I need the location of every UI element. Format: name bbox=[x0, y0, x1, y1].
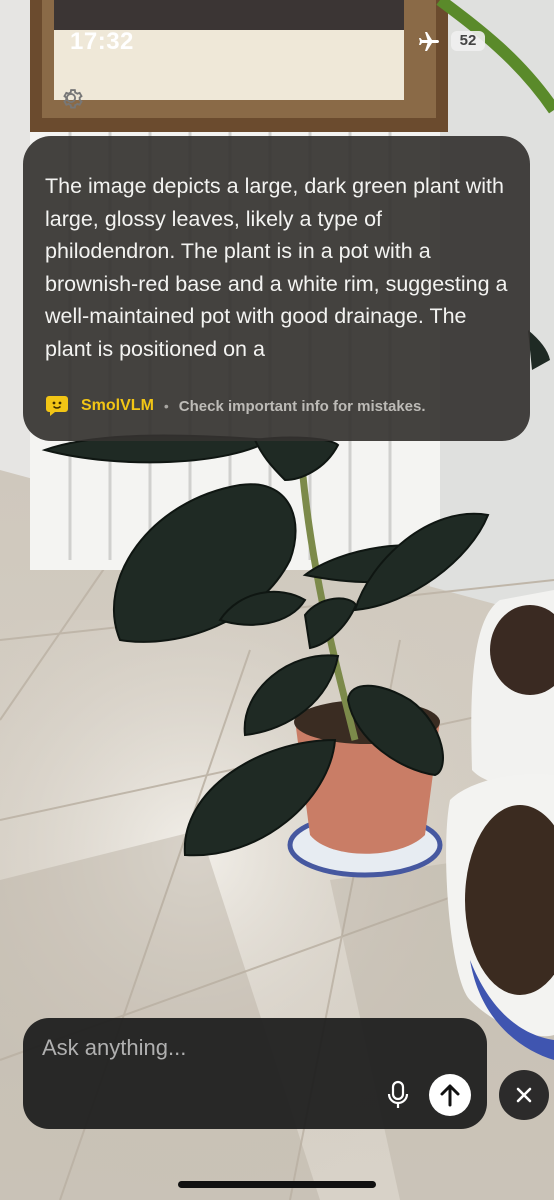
status-time: 17:32 bbox=[70, 28, 134, 55]
airplane-icon bbox=[419, 32, 439, 51]
input-bar bbox=[23, 1018, 487, 1129]
close-icon bbox=[516, 1087, 532, 1103]
ask-input[interactable] bbox=[40, 1030, 464, 1066]
gear-icon[interactable] bbox=[57, 84, 85, 112]
home-indicator bbox=[178, 1181, 376, 1188]
separator-dot: • bbox=[163, 398, 169, 414]
response-footer: SmolVLM • Check important info for mista… bbox=[45, 394, 426, 418]
smolvlm-face-icon bbox=[46, 396, 68, 416]
disclaimer-text: Check important info for mistakes. bbox=[178, 397, 426, 415]
response-text: The image depicts a large, dark green pl… bbox=[45, 174, 508, 361]
status-bar: 17:32 52 bbox=[0, 0, 554, 70]
microphone-button[interactable] bbox=[383, 1078, 413, 1112]
brand-name: SmolVLM bbox=[81, 397, 154, 414]
send-button[interactable] bbox=[429, 1074, 471, 1116]
battery-indicator: 52 bbox=[451, 31, 485, 51]
arrow-up-icon bbox=[440, 1084, 460, 1107]
response-card: The image depicts a large, dark green pl… bbox=[23, 136, 530, 441]
close-button[interactable] bbox=[499, 1070, 549, 1120]
microphone-icon bbox=[387, 1080, 409, 1108]
